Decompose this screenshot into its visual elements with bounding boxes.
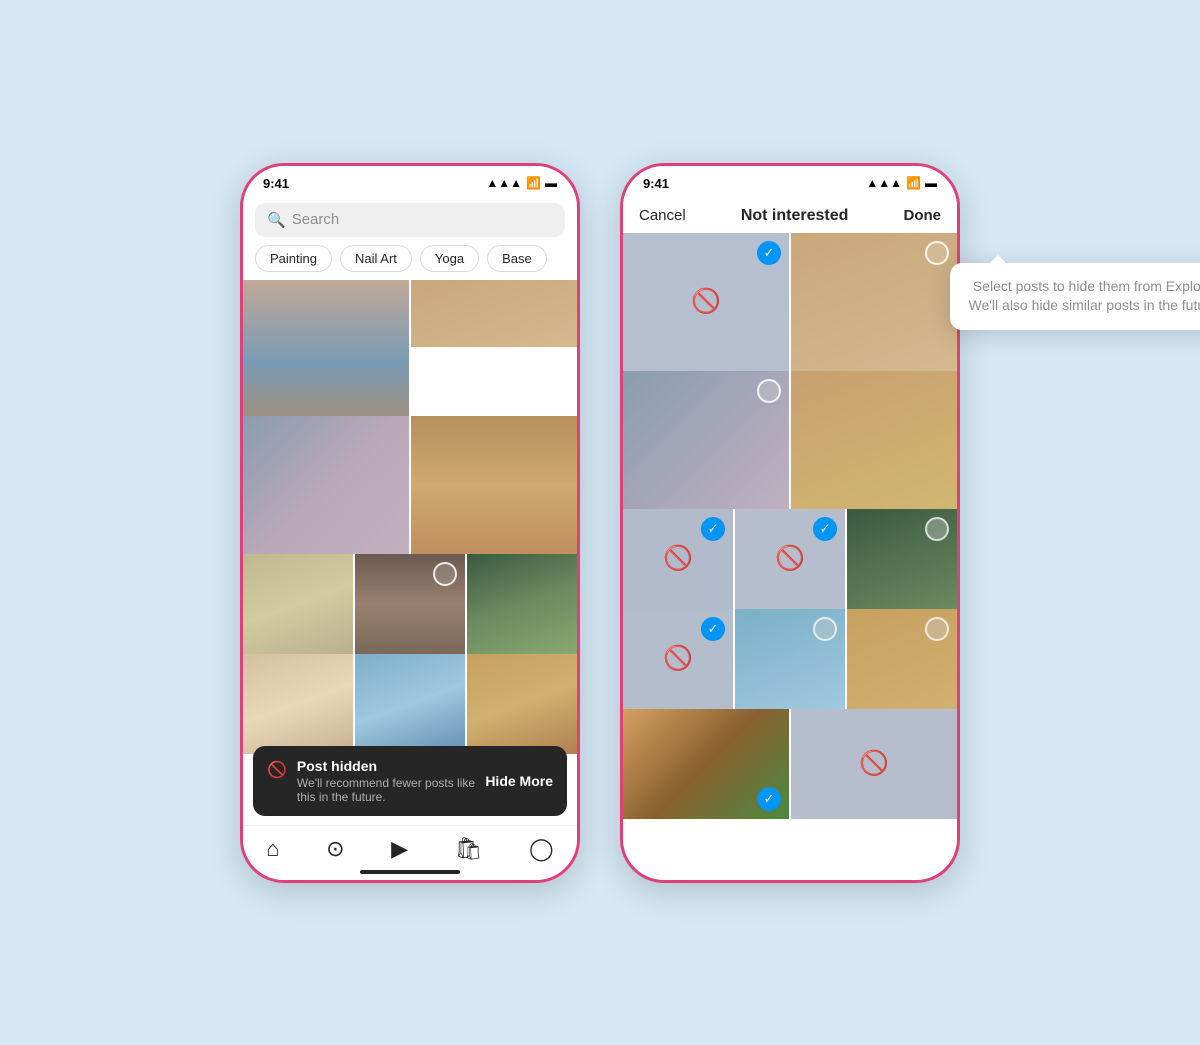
sel-cell-room[interactable] [847,509,957,609]
sel-circle-2[interactable]: ✓ [701,517,725,541]
chip-yoga[interactable]: Yoga [420,245,479,272]
toast-hidden-icon: 🚫 [267,760,287,780]
sel-cell-roasted[interactable]: ✓ [623,709,789,819]
modal-title: Not interested [741,207,849,225]
sel-row-b [623,371,957,509]
nav-search-icon[interactable]: ⊙ [326,836,344,862]
sel-cell-food[interactable] [847,609,957,709]
grid-cell-food[interactable] [467,654,577,754]
done-button[interactable]: Done [904,207,942,224]
sel-cell-blurred-1[interactable]: 🚫 ✓ [623,233,789,371]
sel-circle-1[interactable]: ✓ [757,241,781,265]
grid-cell-dancer-main[interactable] [411,416,577,554]
battery-icon: ▬ [545,176,557,190]
left-phone: 9:41 ▲▲▲ 📶 ▬ 🔍 Search Painting Nail Art … [240,163,580,883]
right-phone-frame: 9:41 ▲▲▲ 📶 ▬ Cancel Not interested Done … [620,163,960,883]
time-left: 9:41 [263,176,289,191]
grid-cell-arch[interactable] [243,280,409,418]
wifi-icon-r: 📶 [906,176,921,190]
grid-row-d [243,654,577,754]
sel-cell-blurred-3[interactable]: 🚫 ✓ [735,509,845,609]
chip-painting[interactable]: Painting [255,245,332,272]
grid-cell-rocks[interactable] [355,554,465,654]
time-right: 9:41 [643,176,669,191]
sel-circle-room[interactable] [925,517,949,541]
toast-subtitle: We'll recommend fewer posts like this in… [297,776,475,804]
eye-slash-icon-3: 🚫 [775,544,805,573]
category-chips: Painting Nail Art Yoga Base [243,245,577,280]
battery-icon-r: ▬ [925,176,937,190]
sel-cell-blurred-5[interactable]: 🚫 [791,709,957,819]
home-indicator-left [360,870,460,874]
eye-slash-icon-5: 🚫 [859,749,889,778]
wifi-icon: 📶 [526,176,541,190]
grid-cell-dancer-top[interactable] [411,280,577,347]
sel-row-d: 🚫 ✓ [623,609,957,709]
sel-cell-blurred-2[interactable]: 🚫 ✓ [623,509,733,609]
sel-cell-sea[interactable] [735,609,845,709]
search-icon: 🔍 [267,211,286,229]
tooltip-box: Select posts to hide them from Explore. … [950,263,1200,330]
sel-cell-dancer-b[interactable] [791,371,957,509]
search-placeholder: Search [292,211,340,228]
toast: 🚫 Post hidden We'll recommend fewer post… [253,746,567,816]
nav-reels-icon[interactable]: ▶ [391,836,408,862]
sel-circle-3[interactable]: ✓ [813,517,837,541]
sel-circle-women[interactable] [757,379,781,403]
sel-circle-food[interactable] [925,617,949,641]
modal-header: Cancel Not interested Done [623,197,957,233]
right-phone-wrapper: Select posts to hide them from Explore. … [620,163,960,883]
grid-row-c [243,554,577,654]
sel-circle-sea[interactable] [813,617,837,641]
sel-circle-dancer[interactable] [925,241,949,265]
grid-row-a [243,280,577,418]
grid-cell-pasta[interactable] [243,654,353,754]
sel-circle-roasted[interactable]: ✓ [757,787,781,811]
nav-home-icon[interactable]: ⌂ [266,836,279,862]
nav-shop-icon[interactable]: 🛍 [455,836,483,862]
grid-cell-room[interactable] [467,554,577,654]
status-icons-left: ▲▲▲ 📶 ▬ [486,176,557,190]
sel-row-a: 🚫 ✓ [623,233,957,371]
hidden-overlay-5: 🚫 [791,709,957,819]
status-icons-right: ▲▲▲ 📶 ▬ [866,176,937,190]
eye-slash-icon-4: 🚫 [663,644,693,673]
status-bar-left: 9:41 ▲▲▲ 📶 ▬ [243,166,577,197]
grid-cell-women[interactable] [243,416,409,554]
toast-text: Post hidden We'll recommend fewer posts … [297,758,475,804]
signal-icon-r: ▲▲▲ [866,176,902,190]
sel-circle-4[interactable]: ✓ [701,617,725,641]
sel-cell-blurred-4[interactable]: 🚫 ✓ [623,609,733,709]
toast-title: Post hidden [297,758,475,774]
grid-cell-sea[interactable] [355,654,465,754]
toast-action[interactable]: Hide More [485,773,553,789]
chip-base[interactable]: Base [487,245,547,272]
eye-slash-icon-1: 🚫 [691,287,721,316]
sel-cell-women[interactable] [623,371,789,509]
sel-cell-dancer[interactable] [791,233,957,371]
sel-row-c: 🚫 ✓ 🚫 ✓ [623,509,957,609]
status-bar-right: 9:41 ▲▲▲ 📶 ▬ [623,166,957,197]
cancel-button[interactable]: Cancel [639,207,686,224]
left-phone-frame: 9:41 ▲▲▲ 📶 ▬ 🔍 Search Painting Nail Art … [240,163,580,883]
sel-circle-rocks[interactable] [433,562,457,586]
nav-profile-icon[interactable]: ◯ [529,836,554,862]
signal-icon: ▲▲▲ [486,176,522,190]
selection-grid: 🚫 ✓ [623,233,957,819]
sel-row-e: ✓ 🚫 [623,709,957,819]
grid-cell-arch2[interactable] [243,554,353,654]
chip-nail-art[interactable]: Nail Art [340,245,412,272]
explore-grid-left [243,280,577,754]
search-bar[interactable]: 🔍 Search [255,203,565,237]
eye-slash-icon-2: 🚫 [663,544,693,573]
tooltip-text: Select posts to hide them from Explore. … [969,278,1200,314]
grid-row-b [243,416,577,554]
